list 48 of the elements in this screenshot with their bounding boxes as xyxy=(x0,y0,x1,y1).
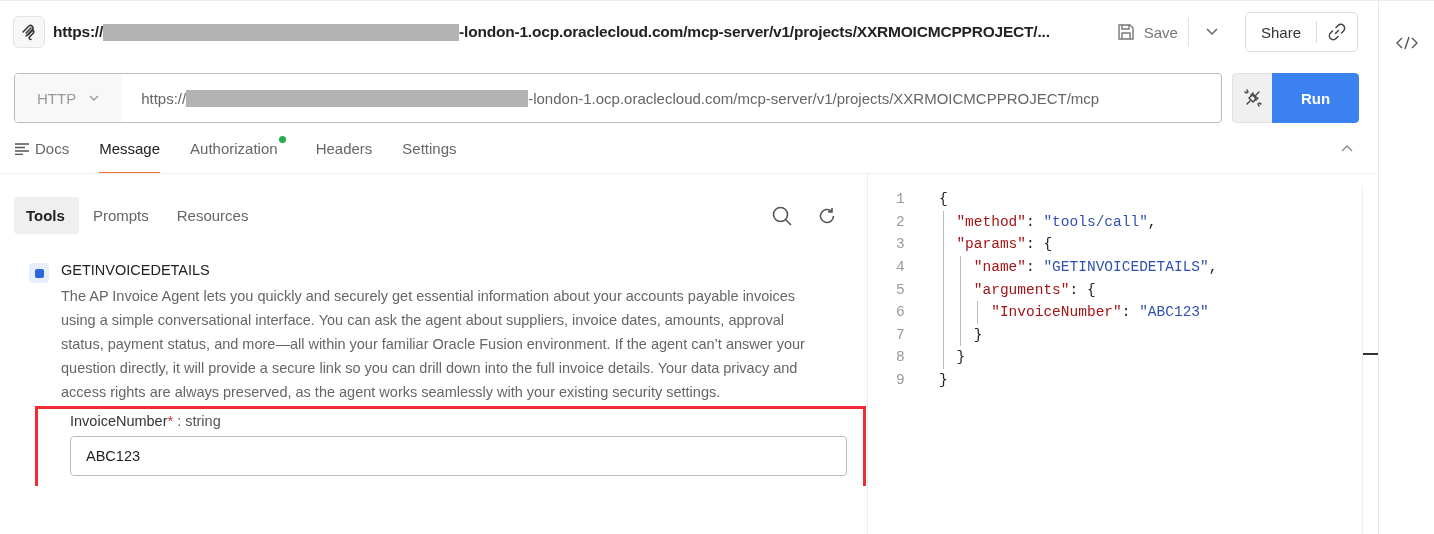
tool-description: The AP Invoice Agent lets you quickly and securely get essential information about your accounts payable invoices using a simple conversational interface. You can ask the agent about suppliers, invoice dates, amounts, approval status, payment status, and more—all within your familiar Oracle Fusion environment. If the agent can’t answer your question directly, it will provide a secure link so you can drill down into the full invoice details. Your data privacy and access rights are always preserved, as the agent works seamlessly with your existing security settings. xyxy=(61,287,806,402)
url-field[interactable]: HTTP https:// -london-1.ocp.oraclecloud.com/mcp-server/v1/projects/XXRMOICMCPPROJECT/mcp xyxy=(14,73,1222,123)
tab[interactable]: Message xyxy=(99,125,161,173)
link-icon xyxy=(1327,22,1347,42)
code-line: "arguments": { xyxy=(972,281,1096,298)
tool-name: GETINVOICEDETAILS xyxy=(61,262,211,278)
tab[interactable]: Settings xyxy=(402,125,457,173)
request-title: https:// xyxy=(53,23,104,41)
save-icon xyxy=(1115,22,1136,42)
url-text: -london-1.ocp.oraclecloud.com/mcp-server/v1/projects/XXRMOICMCPPROJECT/mcp xyxy=(528,89,1100,107)
code-line: } xyxy=(955,349,966,366)
disconnect-button[interactable] xyxy=(1232,73,1272,123)
refresh-icon[interactable] xyxy=(817,205,837,226)
search-icon[interactable] xyxy=(771,204,793,227)
tool-radio[interactable] xyxy=(29,263,49,283)
broken-plug-icon xyxy=(1241,87,1264,109)
code-icon[interactable] xyxy=(1394,35,1419,51)
tab[interactable]: Docs xyxy=(15,125,70,173)
code-line: "method": "tools/call", xyxy=(955,213,1157,230)
code-line: } xyxy=(939,372,948,389)
line-number: 9 xyxy=(896,372,906,389)
line-number: 2 xyxy=(896,213,906,230)
subtab[interactable]: Tools xyxy=(14,197,79,234)
lines-icon xyxy=(15,142,29,155)
code-line: "InvoiceNumber": "ABC123" xyxy=(990,304,1209,321)
line-number: 3 xyxy=(896,236,906,253)
tab[interactable]: Headers xyxy=(315,125,373,173)
code-line: } xyxy=(972,326,983,343)
line-number: 5 xyxy=(896,281,906,298)
code-line: { xyxy=(939,191,948,208)
code-line: "name": "GETINVOICEDETAILS", xyxy=(972,259,1218,276)
run-button[interactable]: Run xyxy=(1272,73,1359,123)
line-number: 7 xyxy=(896,326,906,343)
field-label: InvoiceNumber* : string xyxy=(70,413,222,429)
url-text: https:// xyxy=(141,89,187,107)
line-number: 4 xyxy=(896,259,906,276)
save-button[interactable]: Save xyxy=(1105,18,1189,46)
subtab[interactable]: Prompts xyxy=(80,197,163,234)
code-line: "params": { xyxy=(955,236,1053,253)
tab[interactable]: Authorization xyxy=(190,125,286,173)
request-title: -london-1.ocp.oraclecloud.com/mcp-server/v1/projects/XXRMOICMCPPROJECT/... xyxy=(459,23,1050,41)
line-number: 8 xyxy=(896,349,906,366)
line-number: 1 xyxy=(896,191,906,208)
subtab[interactable]: Resources xyxy=(164,197,263,234)
app-logo-icon xyxy=(13,16,45,48)
code-editor[interactable]: 1 { 2 "method": "tools/call", 3 "params": { 4 "name": "GETINVOICEDETAILS", 5 "arguments": { 6 "InvoiceNumber": "ABC123" 7 } 8 } 9 } xyxy=(896,174,1362,534)
line-number: 6 xyxy=(896,304,906,321)
invoice-number-field[interactable]: ABC123 xyxy=(70,436,847,476)
